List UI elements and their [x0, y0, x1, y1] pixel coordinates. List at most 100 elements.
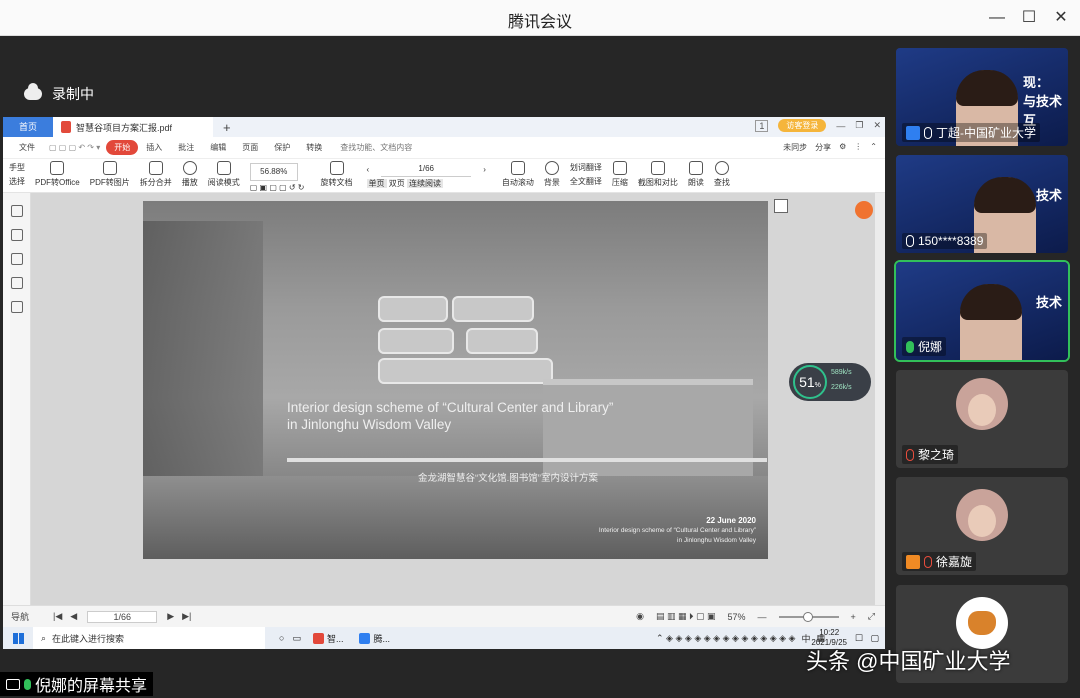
continuous-read-button[interactable]: 连续阅读 [406, 179, 443, 188]
zoom-level-field[interactable]: 56.88% [249, 163, 298, 181]
cortana-icon[interactable]: ○ [279, 633, 284, 643]
maximize-button[interactable]: ☐ [1014, 6, 1044, 30]
menu-page[interactable]: 页面 [234, 142, 266, 153]
page-layout-options[interactable]: 单页 双页 连续阅读 [366, 177, 443, 191]
menu-insert[interactable]: 插入 [138, 142, 170, 153]
rotate-document-button[interactable]: 旋转文档 [321, 177, 353, 188]
tray-icons[interactable]: ⌃ ◈ ◈ ◈ ◈ ◈ ◈ ◈ ◈ ◈ ◈ ◈ ◈ ◈ ◈ [656, 633, 795, 644]
auto-scroll-button[interactable]: 自动滚动 [502, 177, 534, 188]
recording-indicator[interactable]: 录制中 [24, 83, 94, 104]
pdf-to-image-button[interactable]: PDF转图片 [90, 177, 130, 188]
participant-tile[interactable]: 现： 与技术互 丁超-中国矿业大学 [896, 48, 1068, 146]
reading-mode-button[interactable]: 阅读模式 [208, 177, 240, 188]
background-button[interactable]: 背景 [544, 177, 560, 188]
notification-icon[interactable]: ☐ [855, 633, 863, 644]
full-translate-button[interactable]: 全文翻译 [570, 175, 602, 189]
double-page-button[interactable]: 双页 [389, 179, 405, 188]
quick-access-tools[interactable]: ▢ ▢ ▢ ↶ ↷ ▾ [43, 143, 106, 152]
pdf-page[interactable]: Interior design scheme of “Cultural Cent… [143, 201, 768, 559]
sync-status[interactable]: 未同步 [783, 142, 807, 153]
menu-file[interactable]: 文件 [11, 142, 43, 153]
participant-name: 丁超-中国矿业大学 [936, 126, 1036, 140]
participant-name: 倪娜 [918, 340, 943, 354]
find-button[interactable]: 查找 [714, 177, 730, 188]
status-page-field[interactable]: 1/66 [87, 610, 158, 623]
menu-protect[interactable]: 保护 [266, 142, 298, 153]
ime-indicator[interactable]: 中 [801, 632, 810, 645]
compress-button[interactable]: 压缩 [612, 177, 628, 188]
system-tray[interactable]: ⌃ ◈ ◈ ◈ ◈ ◈ ◈ ◈ ◈ ◈ ◈ ◈ ◈ ◈ ◈ 中 ▦ [656, 632, 825, 645]
play-button[interactable]: 播放 [182, 177, 198, 188]
participant-tile[interactable]: 技术 150****8389 [896, 155, 1068, 253]
next-page-status-icon[interactable]: ▶ [167, 611, 174, 622]
prev-page-icon[interactable]: ‹ [367, 163, 370, 177]
show-desktop-icon[interactable]: ▢ [870, 633, 879, 644]
assistant-avatar-icon[interactable] [855, 201, 873, 219]
minimize-icon[interactable]: — [836, 121, 845, 131]
page-navigator[interactable]: ‹ 1/66 › [367, 162, 486, 177]
zoom-slider[interactable] [778, 611, 839, 622]
menu-convert[interactable]: 转换 [298, 142, 330, 153]
close-button[interactable]: ✕ [1046, 6, 1076, 30]
settings-icon[interactable]: ⚙ [839, 142, 846, 153]
network-speed-widget[interactable]: 51% 589k/s 226k/s [789, 363, 871, 401]
guest-login-button[interactable]: 访客登录 [778, 119, 827, 132]
share-button[interactable]: 分享 [815, 142, 831, 153]
bookmark-icon[interactable] [11, 205, 23, 217]
task-view-icon[interactable]: ▭ [292, 633, 301, 644]
attachment-icon[interactable] [11, 277, 23, 289]
comment-icon[interactable] [11, 253, 23, 265]
view-mode-icons[interactable]: ▤ ▥ ▦ ⏵ ▢ ▣ [656, 611, 716, 622]
taskbar-search[interactable]: ⌕ 在此键入进行搜索 [33, 627, 265, 649]
menu-home[interactable]: 开始 [106, 140, 139, 155]
signature-icon[interactable] [11, 301, 23, 313]
pdf-to-office-button[interactable]: PDF转Office [35, 177, 80, 188]
prev-page-status-icon[interactable]: ◀ [70, 611, 77, 622]
start-button[interactable] [3, 627, 33, 649]
close-icon[interactable]: ✕ [873, 120, 881, 131]
fit-page-icon[interactable] [774, 199, 788, 213]
search-icon: ⌕ [41, 632, 47, 643]
tool-group-pointer: 手型 选择 [9, 161, 25, 189]
vertical-scrollbar[interactable] [875, 193, 885, 605]
participant-tile[interactable]: 黎之琦 [896, 370, 1068, 468]
participant-tile[interactable]: 徐嘉旋 [896, 477, 1068, 575]
next-page-icon[interactable]: › [483, 163, 486, 177]
zoom-out-icon[interactable]: — [758, 612, 767, 622]
first-page-icon[interactable]: |◀ [53, 611, 62, 622]
page-indicator[interactable]: 1/66 [381, 162, 472, 177]
tab-home[interactable]: 首页 [3, 117, 53, 137]
split-merge-button[interactable]: 拆分合并 [140, 177, 172, 188]
restore-icon[interactable]: ❐ [855, 120, 863, 131]
feature-search[interactable]: 查找功能、文档内容 [330, 142, 412, 153]
new-tab-button[interactable]: + [223, 120, 231, 135]
thumbnail-icon[interactable] [11, 229, 23, 241]
tab-document[interactable]: 智慧谷项目方案汇报.pdf [53, 117, 213, 137]
last-page-icon[interactable]: ▶| [182, 611, 191, 622]
collapse-icon[interactable]: ⌃ [870, 142, 877, 153]
eye-protect-icon[interactable]: ◉ [636, 611, 644, 622]
screenshot-compare-button[interactable]: 截图和对比 [638, 177, 678, 188]
single-page-button[interactable]: 单页 [366, 179, 387, 188]
video-headline: 技术 [1035, 295, 1062, 310]
more-icon[interactable]: ⋮ [854, 142, 862, 153]
menu-edit[interactable]: 编辑 [202, 142, 234, 153]
taskbar-app-tencent[interactable]: 腾... [355, 632, 394, 645]
select-tool[interactable]: 选择 [9, 175, 25, 189]
page-badge[interactable]: 1 [755, 119, 769, 132]
video-headline: 技术 [1035, 188, 1062, 203]
download-speed: 226k/s [831, 384, 852, 391]
participant-tile-active-speaker[interactable]: 技术 倪娜 [894, 260, 1070, 362]
navigation-pane-toggle[interactable]: 导航 [11, 610, 29, 623]
status-zoom-level[interactable]: 57% [728, 612, 746, 622]
menu-annotate[interactable]: 批注 [170, 142, 202, 153]
word-translate-button[interactable]: 划词翻译 [570, 161, 602, 175]
zoom-in-icon[interactable]: + [851, 612, 856, 622]
minimize-button[interactable]: — [982, 6, 1012, 30]
pdf-to-office-icon [50, 161, 65, 175]
hand-tool[interactable]: 手型 [9, 161, 25, 175]
fullscreen-icon[interactable]: ⤢ [868, 611, 875, 622]
read-aloud-button[interactable]: 朗读 [688, 177, 704, 188]
taskbar-app-wps[interactable]: 智... [309, 632, 348, 645]
pdf-icon [61, 121, 71, 133]
